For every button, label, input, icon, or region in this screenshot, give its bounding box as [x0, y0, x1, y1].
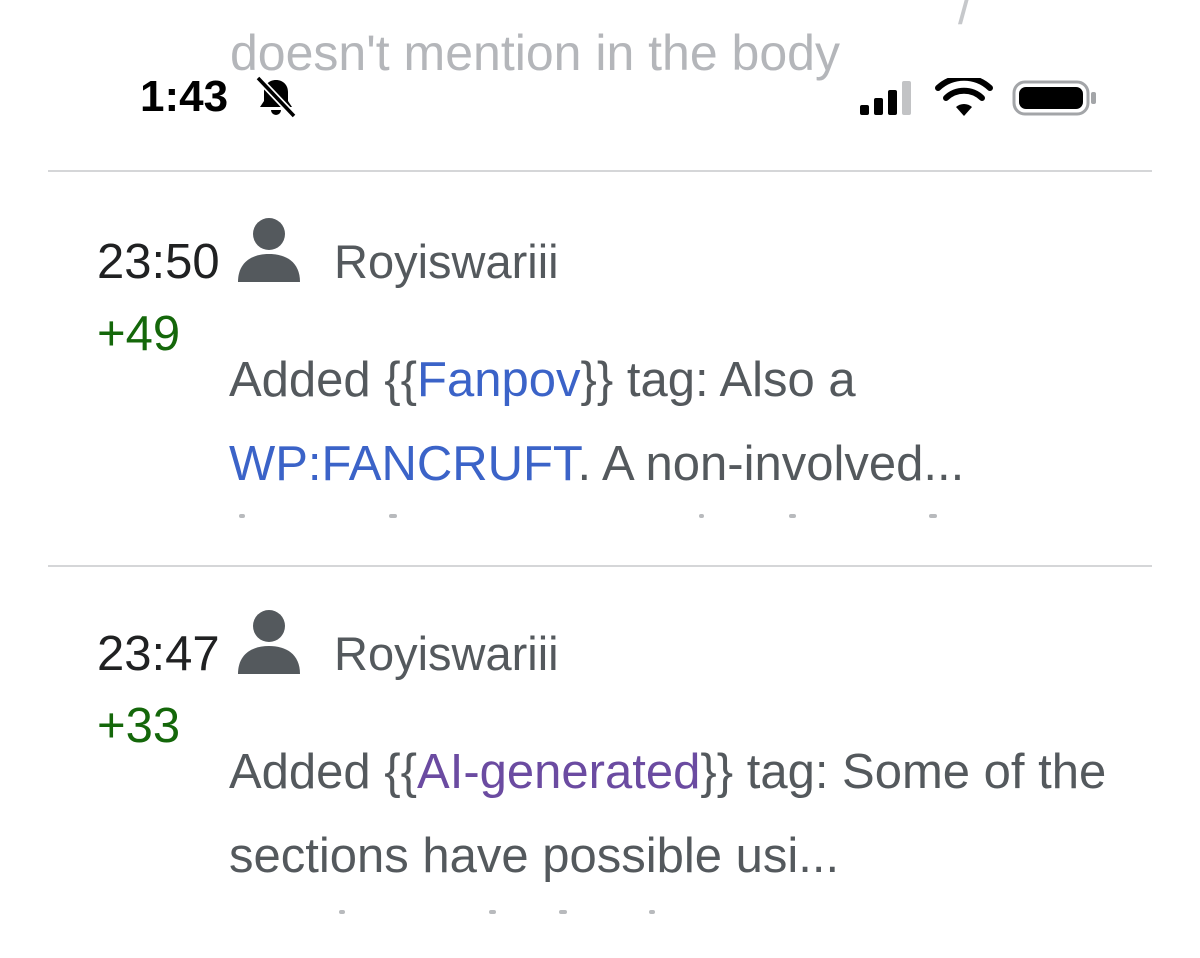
divider — [48, 170, 1152, 172]
policy-link-fancruft[interactable]: WP:FANCRUFT — [229, 437, 577, 491]
truncated-text-line — [229, 514, 1129, 520]
status-bar: 1:43 — [0, 0, 1200, 130]
battery-icon — [1012, 80, 1096, 116]
summary-text: }} tag: Also a — [580, 353, 856, 407]
diff-size: +49 — [97, 307, 181, 361]
entry-time[interactable]: 23:47 — [97, 630, 220, 679]
template-link-fanpov[interactable]: Fanpov — [417, 353, 580, 407]
summary-text: Added {{ — [229, 745, 418, 799]
entry-time[interactable]: 23:50 — [97, 238, 220, 287]
user-avatar-icon — [238, 610, 300, 674]
username-link[interactable]: Royiswariii — [334, 630, 559, 677]
username-link[interactable]: Royiswariii — [334, 238, 559, 285]
template-link-ai-generated[interactable]: AI-generated — [417, 745, 700, 799]
status-time: 1:43 — [140, 72, 229, 121]
bell-slash-icon — [255, 75, 297, 119]
wifi-icon — [935, 78, 993, 116]
cellular-signal-icon — [860, 81, 911, 115]
diff-size: +33 — [97, 699, 181, 753]
edit-summary: Added {{AI-generated}} tag: Some of the … — [229, 730, 1149, 898]
edit-summary: Added {{Fanpov}} tag: Also a WP:FANCRUFT… — [229, 338, 1149, 506]
summary-text: . A non-involved... — [577, 437, 965, 491]
truncated-text-line — [229, 910, 1129, 916]
user-avatar-icon — [238, 218, 300, 282]
divider — [48, 565, 1152, 567]
summary-text: Added {{ — [229, 353, 418, 407]
